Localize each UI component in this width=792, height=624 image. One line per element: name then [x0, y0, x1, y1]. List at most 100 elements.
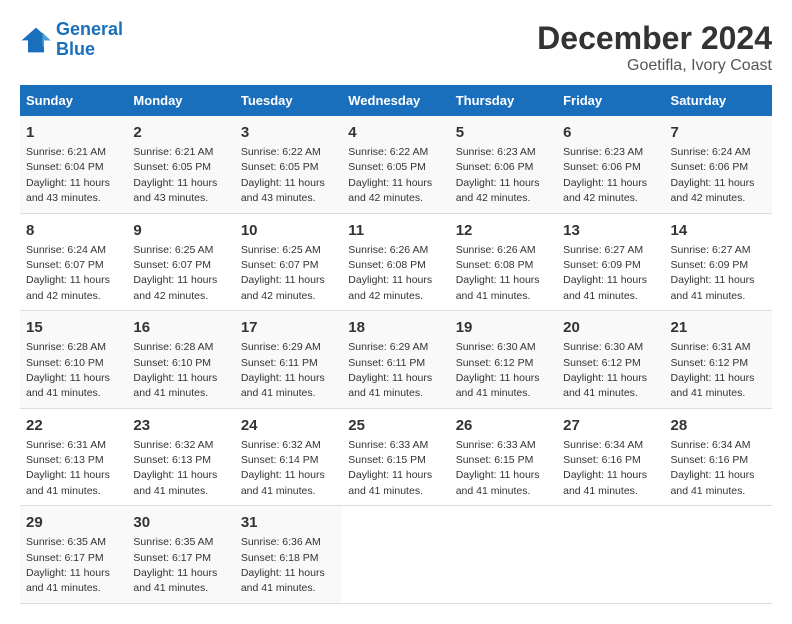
- day-number: 14: [671, 220, 766, 241]
- day-sunset: Sunset: 6:05 PM: [348, 161, 426, 173]
- day-daylight: Daylight: 11 hours and 42 minutes.: [348, 177, 432, 204]
- day-sunrise: Sunrise: 6:28 AM: [26, 341, 106, 353]
- day-sunset: Sunset: 6:17 PM: [26, 552, 104, 564]
- subtitle: Goetifla, Ivory Coast: [537, 57, 772, 75]
- day-number: 12: [456, 220, 551, 241]
- day-number: 3: [241, 122, 336, 143]
- day-sunset: Sunset: 6:18 PM: [241, 552, 319, 564]
- day-sunset: Sunset: 6:07 PM: [241, 259, 319, 271]
- day-daylight: Daylight: 11 hours and 41 minutes.: [563, 274, 647, 301]
- calendar-cell: 28 Sunrise: 6:34 AM Sunset: 6:16 PM Dayl…: [665, 408, 772, 506]
- calendar-cell: [557, 506, 664, 604]
- calendar-cell: 25 Sunrise: 6:33 AM Sunset: 6:15 PM Dayl…: [342, 408, 449, 506]
- day-sunset: Sunset: 6:07 PM: [26, 259, 104, 271]
- main-title: December 2024: [537, 20, 772, 57]
- day-sunset: Sunset: 6:14 PM: [241, 454, 319, 466]
- day-sunset: Sunset: 6:15 PM: [348, 454, 426, 466]
- day-number: 9: [133, 220, 228, 241]
- day-daylight: Daylight: 11 hours and 41 minutes.: [671, 372, 755, 399]
- day-daylight: Daylight: 11 hours and 41 minutes.: [671, 469, 755, 496]
- day-sunrise: Sunrise: 6:21 AM: [133, 146, 213, 158]
- day-sunset: Sunset: 6:16 PM: [563, 454, 641, 466]
- day-number: 31: [241, 512, 336, 533]
- day-sunrise: Sunrise: 6:29 AM: [241, 341, 321, 353]
- day-sunrise: Sunrise: 6:33 AM: [456, 439, 536, 451]
- day-number: 22: [26, 415, 121, 436]
- calendar-cell: 31 Sunrise: 6:36 AM Sunset: 6:18 PM Dayl…: [235, 506, 342, 604]
- day-sunrise: Sunrise: 6:22 AM: [241, 146, 321, 158]
- day-daylight: Daylight: 11 hours and 41 minutes.: [26, 469, 110, 496]
- header-thursday: Thursday: [450, 85, 557, 116]
- day-number: 23: [133, 415, 228, 436]
- day-sunrise: Sunrise: 6:23 AM: [563, 146, 643, 158]
- day-daylight: Daylight: 11 hours and 41 minutes.: [456, 274, 540, 301]
- day-sunrise: Sunrise: 6:26 AM: [348, 244, 428, 256]
- calendar-week-row: 1 Sunrise: 6:21 AM Sunset: 6:04 PM Dayli…: [20, 116, 772, 213]
- day-number: 29: [26, 512, 121, 533]
- day-sunrise: Sunrise: 6:35 AM: [133, 536, 213, 548]
- calendar-cell: 1 Sunrise: 6:21 AM Sunset: 6:04 PM Dayli…: [20, 116, 127, 213]
- calendar-cell: 21 Sunrise: 6:31 AM Sunset: 6:12 PM Dayl…: [665, 311, 772, 409]
- day-sunset: Sunset: 6:09 PM: [563, 259, 641, 271]
- day-sunrise: Sunrise: 6:23 AM: [456, 146, 536, 158]
- day-sunset: Sunset: 6:17 PM: [133, 552, 211, 564]
- calendar-cell: 4 Sunrise: 6:22 AM Sunset: 6:05 PM Dayli…: [342, 116, 449, 213]
- calendar-cell: 6 Sunrise: 6:23 AM Sunset: 6:06 PM Dayli…: [557, 116, 664, 213]
- day-daylight: Daylight: 11 hours and 41 minutes.: [241, 372, 325, 399]
- day-number: 5: [456, 122, 551, 143]
- day-number: 6: [563, 122, 658, 143]
- calendar-cell: 18 Sunrise: 6:29 AM Sunset: 6:11 PM Dayl…: [342, 311, 449, 409]
- day-sunrise: Sunrise: 6:30 AM: [563, 341, 643, 353]
- day-sunrise: Sunrise: 6:28 AM: [133, 341, 213, 353]
- calendar-cell: 9 Sunrise: 6:25 AM Sunset: 6:07 PM Dayli…: [127, 213, 234, 311]
- calendar-cell: 8 Sunrise: 6:24 AM Sunset: 6:07 PM Dayli…: [20, 213, 127, 311]
- day-number: 2: [133, 122, 228, 143]
- day-daylight: Daylight: 11 hours and 41 minutes.: [348, 372, 432, 399]
- day-number: 16: [133, 317, 228, 338]
- day-sunrise: Sunrise: 6:30 AM: [456, 341, 536, 353]
- calendar-cell: 24 Sunrise: 6:32 AM Sunset: 6:14 PM Dayl…: [235, 408, 342, 506]
- day-sunrise: Sunrise: 6:33 AM: [348, 439, 428, 451]
- day-daylight: Daylight: 11 hours and 42 minutes.: [671, 177, 755, 204]
- day-number: 20: [563, 317, 658, 338]
- logo-text: General Blue: [56, 20, 123, 60]
- day-sunset: Sunset: 6:13 PM: [26, 454, 104, 466]
- calendar-cell: 26 Sunrise: 6:33 AM Sunset: 6:15 PM Dayl…: [450, 408, 557, 506]
- day-sunset: Sunset: 6:12 PM: [671, 357, 749, 369]
- day-daylight: Daylight: 11 hours and 41 minutes.: [241, 469, 325, 496]
- day-daylight: Daylight: 11 hours and 42 minutes.: [456, 177, 540, 204]
- day-number: 17: [241, 317, 336, 338]
- day-sunset: Sunset: 6:13 PM: [133, 454, 211, 466]
- logo-icon: [20, 26, 52, 54]
- day-number: 21: [671, 317, 766, 338]
- header-tuesday: Tuesday: [235, 85, 342, 116]
- day-sunset: Sunset: 6:12 PM: [563, 357, 641, 369]
- calendar-cell: 15 Sunrise: 6:28 AM Sunset: 6:10 PM Dayl…: [20, 311, 127, 409]
- calendar-cell: 12 Sunrise: 6:26 AM Sunset: 6:08 PM Dayl…: [450, 213, 557, 311]
- day-sunset: Sunset: 6:07 PM: [133, 259, 211, 271]
- page-header: General Blue December 2024 Goetifla, Ivo…: [20, 20, 772, 75]
- day-number: 10: [241, 220, 336, 241]
- day-number: 4: [348, 122, 443, 143]
- day-daylight: Daylight: 11 hours and 41 minutes.: [26, 567, 110, 594]
- calendar-cell: 30 Sunrise: 6:35 AM Sunset: 6:17 PM Dayl…: [127, 506, 234, 604]
- day-sunset: Sunset: 6:05 PM: [133, 161, 211, 173]
- calendar-cell: 11 Sunrise: 6:26 AM Sunset: 6:08 PM Dayl…: [342, 213, 449, 311]
- day-daylight: Daylight: 11 hours and 43 minutes.: [241, 177, 325, 204]
- day-sunset: Sunset: 6:12 PM: [456, 357, 534, 369]
- day-daylight: Daylight: 11 hours and 42 minutes.: [26, 274, 110, 301]
- day-number: 15: [26, 317, 121, 338]
- day-sunset: Sunset: 6:06 PM: [456, 161, 534, 173]
- header-monday: Monday: [127, 85, 234, 116]
- day-sunset: Sunset: 6:10 PM: [26, 357, 104, 369]
- day-daylight: Daylight: 11 hours and 41 minutes.: [671, 274, 755, 301]
- day-sunset: Sunset: 6:04 PM: [26, 161, 104, 173]
- title-block: December 2024 Goetifla, Ivory Coast: [537, 20, 772, 75]
- calendar-week-row: 8 Sunrise: 6:24 AM Sunset: 6:07 PM Dayli…: [20, 213, 772, 311]
- day-number: 1: [26, 122, 121, 143]
- calendar-week-row: 22 Sunrise: 6:31 AM Sunset: 6:13 PM Dayl…: [20, 408, 772, 506]
- day-daylight: Daylight: 11 hours and 42 minutes.: [241, 274, 325, 301]
- day-sunset: Sunset: 6:11 PM: [241, 357, 318, 369]
- day-daylight: Daylight: 11 hours and 41 minutes.: [26, 372, 110, 399]
- day-sunrise: Sunrise: 6:36 AM: [241, 536, 321, 548]
